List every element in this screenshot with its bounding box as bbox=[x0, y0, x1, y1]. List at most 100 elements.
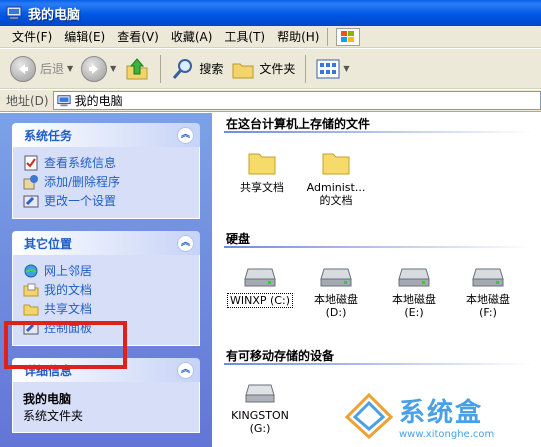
link-my-documents[interactable]: 我的文档 bbox=[23, 280, 191, 299]
menu-view[interactable]: 查看(V) bbox=[111, 28, 165, 45]
window-title: 我的电脑 bbox=[28, 7, 81, 23]
back-label: 后退 bbox=[40, 62, 65, 76]
views-icon bbox=[316, 59, 340, 78]
menu-file[interactable]: 文件(F) bbox=[6, 28, 58, 45]
item-label: 本地磁盘 (E:) bbox=[392, 293, 436, 319]
network-icon bbox=[24, 264, 38, 277]
section-divider bbox=[224, 363, 534, 365]
system-tasks-body: 查看系统信息 添加/删除程序 更改一个设置 bbox=[12, 147, 200, 219]
link-label: 查看系统信息 bbox=[44, 156, 117, 170]
views-button[interactable]: ▼ bbox=[312, 53, 353, 85]
other-places-header[interactable]: 其它位置 ︽ bbox=[12, 231, 200, 255]
back-arrow-icon bbox=[10, 55, 36, 82]
address-value: 我的电脑 bbox=[74, 94, 123, 108]
search-icon bbox=[173, 58, 193, 79]
menu-edit[interactable]: 编辑(E) bbox=[58, 28, 111, 45]
forward-arrow-icon bbox=[81, 55, 108, 82]
watermark-logo-icon bbox=[345, 393, 393, 439]
shared-folder-icon bbox=[23, 304, 39, 315]
details-name: 我的电脑 bbox=[23, 392, 72, 406]
item-label: 本地磁盘 (F:) bbox=[466, 293, 510, 319]
shared-documents-item[interactable]: 共享文档 bbox=[222, 147, 302, 194]
folder-icon bbox=[322, 153, 350, 175]
control-panel-icon bbox=[23, 195, 39, 207]
add-remove-programs-icon bbox=[23, 174, 38, 189]
item-label: Administ... 的文档 bbox=[306, 181, 366, 207]
item-label: 共享文档 bbox=[240, 181, 284, 194]
address-bar: 地址(D) 我的电脑 bbox=[0, 90, 541, 112]
removable-drive-icon bbox=[245, 384, 275, 403]
address-input[interactable]: 我的电脑 bbox=[52, 91, 541, 110]
section-title: 在这台计算机上存储的文件 bbox=[226, 117, 371, 131]
drive-f-item[interactable]: 本地磁盘 (F:) bbox=[448, 265, 528, 319]
other-places-title: 其它位置 bbox=[24, 236, 73, 251]
hard-drive-icon bbox=[472, 268, 504, 287]
back-dropdown-icon[interactable]: ▼ bbox=[67, 64, 73, 73]
link-change-setting[interactable]: 更改一个设置 bbox=[23, 191, 191, 210]
menu-bar: 文件(F) 编辑(E) 查看(V) 收藏(A) 工具(T) 帮助(H) bbox=[0, 26, 541, 48]
item-label: KINGSTON (G:) bbox=[231, 409, 289, 435]
hard-drive-icon bbox=[398, 268, 430, 287]
system-tasks-header[interactable]: 系统任务 ︽ bbox=[12, 123, 200, 147]
link-label: 添加/删除程序 bbox=[44, 175, 121, 189]
highlight-box bbox=[4, 321, 127, 369]
views-dropdown-icon[interactable]: ▼ bbox=[343, 64, 349, 73]
forward-dropdown-icon[interactable]: ▼ bbox=[110, 64, 116, 73]
drive-d-item[interactable]: 本地磁盘 (D:) bbox=[296, 265, 376, 319]
my-computer-icon bbox=[6, 6, 22, 19]
section-title: 有可移动存储的设备 bbox=[226, 349, 335, 363]
forward-button[interactable]: ▼ bbox=[77, 53, 120, 85]
link-network-places[interactable]: 网上邻居 bbox=[23, 261, 191, 280]
task-pane: 系统任务 ︽ 查看系统信息 添加/删除程序 更改一个设置 其它位置 ︽ 网上邻居… bbox=[0, 113, 212, 447]
toolbar-divider bbox=[160, 54, 162, 83]
folder-up-icon bbox=[126, 57, 148, 79]
up-button[interactable] bbox=[120, 53, 154, 85]
my-computer-icon bbox=[57, 94, 71, 106]
folders-button[interactable]: 文件夹 bbox=[227, 53, 299, 85]
system-tasks-title: 系统任务 bbox=[24, 128, 73, 143]
toolbar: 后退 ▼ ▼ 搜索 文件夹 ▼ bbox=[0, 49, 541, 89]
details-body: 我的电脑 系统文件夹 bbox=[12, 382, 200, 433]
drive-g-item[interactable]: KINGSTON (G:) bbox=[220, 381, 300, 435]
windows-logo-icon bbox=[336, 27, 361, 46]
folder-icon bbox=[248, 153, 276, 175]
section-title: 硬盘 bbox=[226, 232, 251, 246]
drive-e-item[interactable]: 本地磁盘 (E:) bbox=[374, 265, 454, 319]
admin-documents-item[interactable]: Administ... 的文档 bbox=[296, 147, 376, 207]
link-label: 网上邻居 bbox=[44, 264, 93, 278]
folders-label: 文件夹 bbox=[259, 62, 296, 76]
watermark-brand: 系统盒 bbox=[399, 398, 484, 428]
address-label: 地址(D) bbox=[6, 94, 49, 108]
back-button[interactable]: 后退 ▼ bbox=[6, 53, 77, 85]
collapse-chevron-icon[interactable]: ︽ bbox=[177, 361, 194, 379]
section-divider bbox=[224, 131, 534, 133]
drive-c-item[interactable]: WINXP (C:) bbox=[220, 265, 300, 308]
documents-folder-icon bbox=[23, 283, 39, 296]
search-button[interactable]: 搜索 bbox=[167, 53, 227, 85]
link-label: 共享文档 bbox=[44, 302, 93, 316]
hard-drive-icon bbox=[244, 268, 276, 287]
title-bar[interactable]: 我的电脑 bbox=[0, 0, 541, 26]
menu-tools[interactable]: 工具(T) bbox=[218, 28, 271, 45]
hard-drive-icon bbox=[320, 268, 352, 287]
link-view-system-info[interactable]: 查看系统信息 bbox=[23, 153, 191, 172]
menu-divider bbox=[327, 27, 329, 46]
link-shared-documents[interactable]: 共享文档 bbox=[23, 299, 191, 318]
item-label: WINXP (C:) bbox=[227, 293, 293, 308]
item-label: 本地磁盘 (D:) bbox=[314, 293, 358, 319]
system-tasks-panel: 系统任务 ︽ 查看系统信息 添加/删除程序 更改一个设置 bbox=[12, 123, 200, 219]
details-type: 系统文件夹 bbox=[23, 409, 84, 423]
collapse-chevron-icon[interactable]: ︽ bbox=[177, 234, 194, 252]
details-panel: 详细信息 ︽ 我的电脑 系统文件夹 bbox=[12, 358, 200, 433]
link-label: 我的文档 bbox=[44, 283, 93, 297]
search-label: 搜索 bbox=[199, 62, 224, 76]
toolbar-divider bbox=[305, 54, 307, 83]
link-add-remove-programs[interactable]: 添加/删除程序 bbox=[23, 172, 191, 191]
watermark-text: 系统盒 www.xitonghe.com bbox=[399, 392, 494, 440]
site-watermark: 系统盒 www.xitonghe.com bbox=[345, 385, 541, 447]
menu-favorites[interactable]: 收藏(A) bbox=[165, 28, 219, 45]
collapse-chevron-icon[interactable]: ︽ bbox=[177, 126, 194, 144]
menu-help[interactable]: 帮助(H) bbox=[271, 28, 325, 45]
system-info-icon bbox=[24, 155, 38, 170]
link-label: 更改一个设置 bbox=[44, 194, 117, 208]
